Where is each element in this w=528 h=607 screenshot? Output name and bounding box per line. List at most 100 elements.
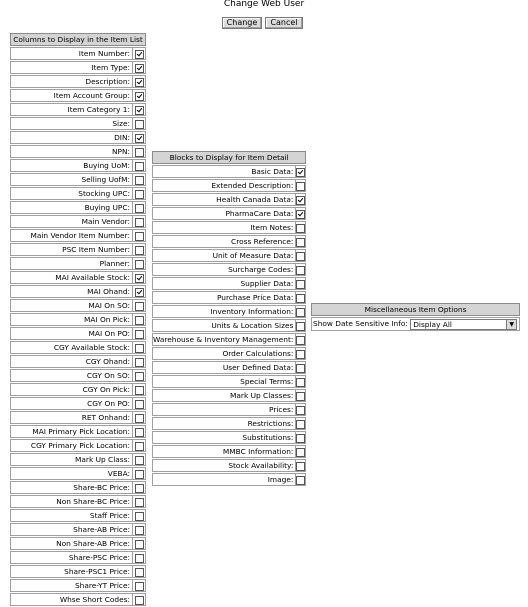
checkbox-checked-icon[interactable] bbox=[134, 133, 144, 143]
option-checkbox-cell bbox=[133, 593, 146, 606]
option-checkbox-cell bbox=[296, 221, 307, 234]
change-button[interactable]: Change bbox=[222, 17, 262, 29]
checkbox-checked-icon[interactable] bbox=[134, 77, 144, 87]
checkbox-icon[interactable] bbox=[134, 245, 144, 255]
checkbox-icon[interactable] bbox=[134, 483, 144, 493]
option-checkbox-cell bbox=[133, 131, 146, 144]
checkbox-icon[interactable] bbox=[296, 363, 306, 373]
checkbox-icon[interactable] bbox=[134, 469, 144, 479]
option-label: Stock Availability: bbox=[152, 459, 297, 472]
checkbox-icon[interactable] bbox=[296, 265, 306, 275]
option-label: Item Number: bbox=[10, 47, 133, 60]
checkbox-icon[interactable] bbox=[296, 377, 306, 387]
option-label: CGY Available Stock: bbox=[10, 341, 133, 354]
option-row: Supplier Data: bbox=[152, 277, 307, 290]
checkbox-icon[interactable] bbox=[134, 385, 144, 395]
checkbox-icon[interactable] bbox=[134, 539, 144, 549]
option-label: Buying UoM: bbox=[10, 159, 133, 172]
checkbox-icon[interactable] bbox=[134, 203, 144, 213]
option-row: Description: bbox=[10, 75, 146, 88]
checkbox-checked-icon[interactable] bbox=[134, 105, 144, 115]
checkbox-checked-icon[interactable] bbox=[134, 91, 144, 101]
checkbox-icon[interactable] bbox=[296, 475, 306, 485]
option-row: Item Number: bbox=[10, 47, 146, 60]
option-label: Basic Data: bbox=[152, 165, 297, 178]
show-date-sensitive-select[interactable]: Display All ▼ bbox=[410, 318, 518, 330]
checkbox-icon[interactable] bbox=[296, 419, 306, 429]
checkbox-icon[interactable] bbox=[296, 279, 306, 289]
option-row: Item Notes: bbox=[152, 221, 307, 234]
option-checkbox-cell bbox=[296, 277, 307, 290]
checkbox-icon[interactable] bbox=[296, 349, 306, 359]
checkbox-checked-icon[interactable] bbox=[296, 209, 306, 219]
checkbox-icon[interactable] bbox=[134, 399, 144, 409]
checkbox-icon[interactable] bbox=[296, 251, 306, 261]
checkbox-icon[interactable] bbox=[134, 567, 144, 577]
checkbox-icon[interactable] bbox=[134, 371, 144, 381]
option-label: User Defined Data: bbox=[152, 361, 297, 374]
checkbox-icon[interactable] bbox=[296, 461, 306, 471]
option-checkbox-cell bbox=[133, 159, 146, 172]
checkbox-icon[interactable] bbox=[134, 217, 144, 227]
checkbox-icon[interactable] bbox=[134, 343, 144, 353]
option-row: CGY On Pick: bbox=[10, 383, 146, 396]
option-label: Whse Short Codes: bbox=[10, 593, 133, 606]
checkbox-icon[interactable] bbox=[134, 525, 144, 535]
option-row: Mark Up Class: bbox=[10, 453, 146, 466]
checkbox-icon[interactable] bbox=[134, 595, 144, 605]
checkbox-checked-icon[interactable] bbox=[134, 49, 144, 59]
option-label: Inventory Information: bbox=[152, 305, 297, 318]
checkbox-icon[interactable] bbox=[134, 581, 144, 591]
checkbox-icon[interactable] bbox=[296, 335, 306, 345]
checkbox-icon[interactable] bbox=[134, 329, 144, 339]
option-row: Share-BC Price: bbox=[10, 481, 146, 494]
checkbox-icon[interactable] bbox=[134, 315, 144, 325]
option-checkbox-cell bbox=[296, 403, 307, 416]
checkbox-icon[interactable] bbox=[296, 293, 306, 303]
checkbox-checked-icon[interactable] bbox=[296, 195, 306, 205]
option-label: CGY On PO: bbox=[10, 397, 133, 410]
option-row: NPN: bbox=[10, 145, 146, 158]
checkbox-icon[interactable] bbox=[134, 427, 144, 437]
checkbox-icon[interactable] bbox=[134, 497, 144, 507]
option-checkbox-cell bbox=[296, 333, 307, 346]
checkbox-icon[interactable] bbox=[134, 119, 144, 129]
checkbox-icon[interactable] bbox=[134, 413, 144, 423]
checkbox-icon[interactable] bbox=[296, 447, 306, 457]
checkbox-icon[interactable] bbox=[296, 307, 306, 317]
option-checkbox-cell bbox=[133, 397, 146, 410]
option-row: Inventory Information: bbox=[152, 305, 307, 318]
checkbox-icon[interactable] bbox=[134, 161, 144, 171]
checkbox-icon[interactable] bbox=[296, 181, 306, 191]
checkbox-icon[interactable] bbox=[296, 391, 306, 401]
checkbox-icon[interactable] bbox=[134, 147, 144, 157]
checkbox-checked-icon[interactable] bbox=[134, 287, 144, 297]
checkbox-icon[interactable] bbox=[296, 223, 306, 233]
checkbox-icon[interactable] bbox=[296, 321, 306, 331]
chevron-down-icon[interactable]: ▼ bbox=[506, 319, 517, 329]
checkbox-icon[interactable] bbox=[296, 237, 306, 247]
misc-panel-header: Miscellaneous Item Options bbox=[311, 303, 520, 316]
checkbox-icon[interactable] bbox=[296, 433, 306, 443]
checkbox-checked-icon[interactable] bbox=[296, 167, 306, 177]
option-label: Unit of Measure Data: bbox=[152, 249, 297, 262]
checkbox-icon[interactable] bbox=[296, 405, 306, 415]
option-checkbox-cell bbox=[296, 207, 307, 220]
checkbox-checked-icon[interactable] bbox=[134, 273, 144, 283]
checkbox-icon[interactable] bbox=[134, 175, 144, 185]
cancel-button[interactable]: Cancel bbox=[265, 17, 303, 29]
option-row: CGY Ohand: bbox=[10, 355, 146, 368]
checkbox-icon[interactable] bbox=[134, 441, 144, 451]
checkbox-icon[interactable] bbox=[134, 301, 144, 311]
checkbox-icon[interactable] bbox=[134, 511, 144, 521]
checkbox-icon[interactable] bbox=[134, 231, 144, 241]
checkbox-checked-icon[interactable] bbox=[134, 63, 144, 73]
checkbox-icon[interactable] bbox=[134, 259, 144, 269]
checkbox-icon[interactable] bbox=[134, 357, 144, 367]
option-checkbox-cell bbox=[296, 319, 307, 332]
checkbox-icon[interactable] bbox=[134, 553, 144, 563]
option-row: Substitutions: bbox=[152, 431, 307, 444]
option-label: Purchase Price Data: bbox=[152, 291, 297, 304]
checkbox-icon[interactable] bbox=[134, 189, 144, 199]
checkbox-icon[interactable] bbox=[134, 455, 144, 465]
